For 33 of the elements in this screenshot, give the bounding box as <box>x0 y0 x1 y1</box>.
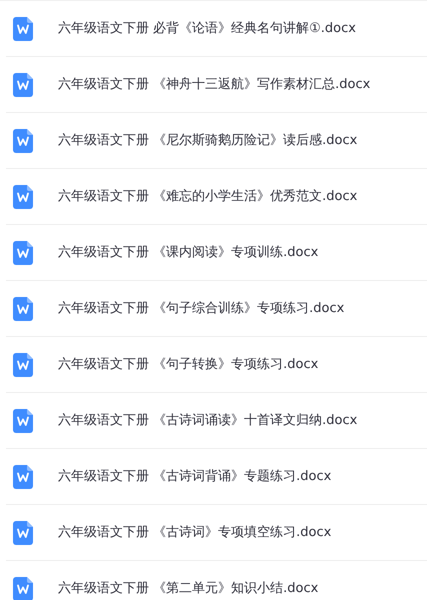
file-name: 六年级语文下册 《神舟十三返航》写作素材汇总.docx <box>58 76 370 94</box>
document-icon <box>13 576 33 600</box>
file-row[interactable]: 六年级语文下册 《课内阅读》专项训练.docx <box>6 225 427 281</box>
document-icon <box>13 520 33 544</box>
document-icon <box>13 352 33 376</box>
document-icon <box>13 296 33 320</box>
file-row[interactable]: 六年级语文下册 《句子转换》专项练习.docx <box>6 337 427 393</box>
file-name: 六年级语文下册 《古诗词》专项填空练习.docx <box>58 524 332 542</box>
document-icon <box>13 72 33 96</box>
file-name: 六年级语文下册 《课内阅读》专项训练.docx <box>58 244 318 262</box>
file-row[interactable]: 六年级语文下册 《句子综合训练》专项练习.docx <box>6 281 427 337</box>
document-icon <box>13 408 33 432</box>
file-name: 六年级语文下册 《句子转换》专项练习.docx <box>58 356 318 374</box>
file-row[interactable]: 六年级语文下册 《难忘的小学生活》优秀范文.docx <box>6 169 427 225</box>
file-name: 六年级语文下册 《古诗词诵读》十首译文归纳.docx <box>58 412 358 430</box>
file-name: 六年级语文下册 《古诗词背诵》专题练习.docx <box>58 468 332 486</box>
file-row[interactable]: 六年级语文下册 《尼尔斯骑鹅历险记》读后感.docx <box>6 113 427 169</box>
document-icon <box>13 240 33 264</box>
file-row[interactable]: 六年级语文下册 《古诗词诵读》十首译文归纳.docx <box>6 393 427 449</box>
document-icon <box>13 464 33 488</box>
file-name: 六年级语文下册 《句子综合训练》专项练习.docx <box>58 300 344 318</box>
document-icon <box>13 128 33 152</box>
file-name: 六年级语文下册 《难忘的小学生活》优秀范文.docx <box>58 188 358 206</box>
document-icon <box>13 184 33 208</box>
file-row[interactable]: 六年级语文下册 《神舟十三返航》写作素材汇总.docx <box>6 57 427 113</box>
file-name: 六年级语文下册 必背《论语》经典名句讲解①.docx <box>58 20 356 38</box>
file-name: 六年级语文下册 《尼尔斯骑鹅历险记》读后感.docx <box>58 132 358 150</box>
document-icon <box>13 16 33 40</box>
file-row[interactable]: 六年级语文下册 必背《论语》经典名句讲解①.docx <box>6 1 427 57</box>
file-row[interactable]: 六年级语文下册 《古诗词》专项填空练习.docx <box>6 505 427 561</box>
file-name: 六年级语文下册 《第二单元》知识小结.docx <box>58 580 318 598</box>
file-row[interactable]: 六年级语文下册 《古诗词背诵》专题练习.docx <box>6 449 427 505</box>
file-row[interactable]: 六年级语文下册 《第二单元》知识小结.docx <box>6 561 427 600</box>
